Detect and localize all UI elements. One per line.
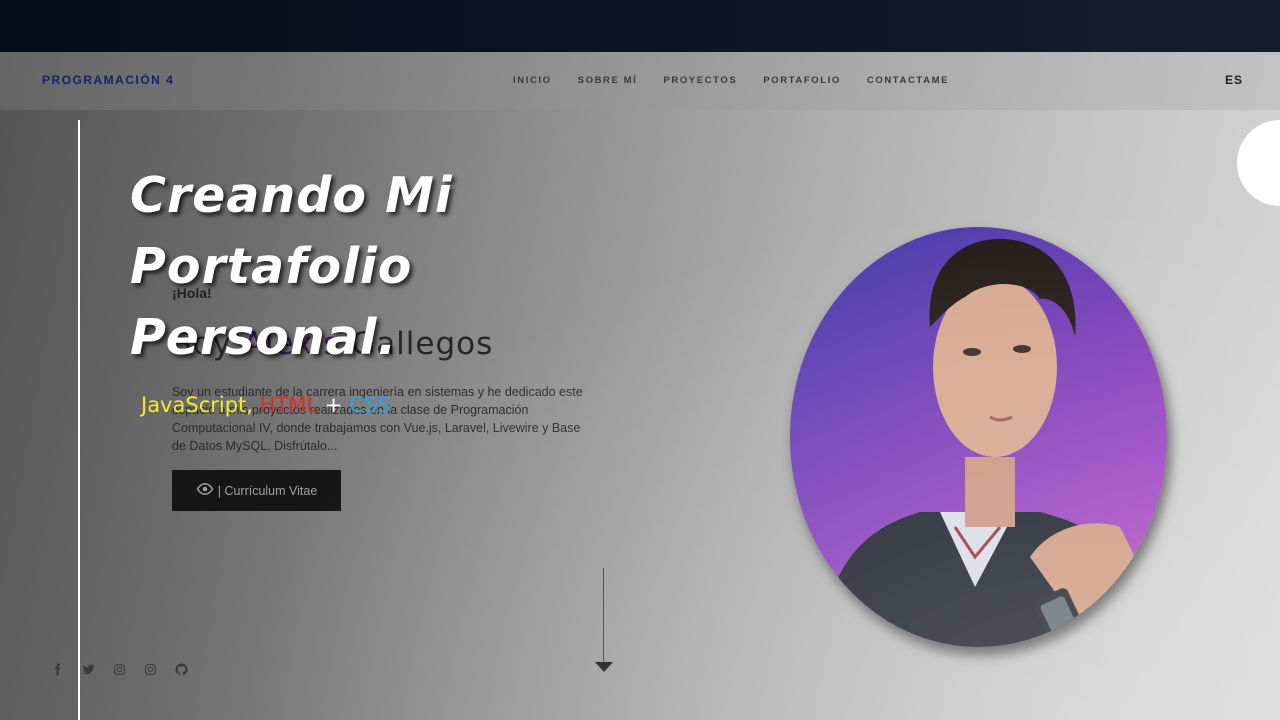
eye-icon xyxy=(196,482,214,498)
hero-section: PROGRAMACIÓN 4 INICIO SOBRE MÍ PROYECTOS… xyxy=(0,52,1280,720)
tech-css: CSS xyxy=(349,393,391,417)
decorative-circle xyxy=(1237,120,1280,206)
github-icon[interactable] xyxy=(174,662,189,677)
cv-button[interactable]: | Currículum Vitae xyxy=(172,470,341,511)
nav-item-proyectos[interactable]: PROYECTOS xyxy=(663,75,737,86)
profile-photo xyxy=(790,227,1167,647)
navbar: PROGRAMACIÓN 4 INICIO SOBRE MÍ PROYECTOS… xyxy=(0,52,1280,110)
overlay-title-line1: Creando Mi xyxy=(130,167,453,224)
scroll-down-arrow-icon[interactable] xyxy=(595,662,613,672)
vertical-divider xyxy=(78,120,80,720)
tech-html: HTML xyxy=(259,393,319,417)
nav-menu: INICIO SOBRE MÍ PROYECTOS PORTAFOLIO CON… xyxy=(513,75,949,86)
instagram-icon[interactable] xyxy=(143,662,158,677)
tech-separator: , xyxy=(246,393,253,417)
tech-stack-line: JavaScript, HTML + CSS xyxy=(141,393,390,417)
window-top-bar xyxy=(0,0,1280,52)
scroll-indicator-line xyxy=(603,568,604,662)
instagram-icon[interactable] xyxy=(112,662,127,677)
cv-button-label: | Currículum Vitae xyxy=(217,483,318,498)
language-switch[interactable]: ES xyxy=(1225,73,1243,87)
overlay-title: Creando Mi Portafolio Personal. xyxy=(130,160,550,373)
nav-item-portafolio[interactable]: PORTAFOLIO xyxy=(763,75,841,86)
facebook-icon[interactable] xyxy=(50,662,65,677)
nav-item-inicio[interactable]: INICIO xyxy=(513,75,552,86)
nav-item-sobre-mi[interactable]: SOBRE MÍ xyxy=(578,75,638,86)
overlay-title-line2: Portafolio xyxy=(130,238,413,295)
social-links xyxy=(50,662,189,677)
brand-logo[interactable]: PROGRAMACIÓN 4 xyxy=(42,73,174,87)
tech-js: JavaScript xyxy=(141,393,247,417)
nav-item-contactame[interactable]: CONTACTAME xyxy=(867,75,949,86)
twitter-icon[interactable] xyxy=(81,662,96,677)
tech-plus: + xyxy=(324,393,343,417)
profile-photo-illustration xyxy=(820,238,1155,647)
overlay-title-line3: Personal. xyxy=(130,309,398,366)
